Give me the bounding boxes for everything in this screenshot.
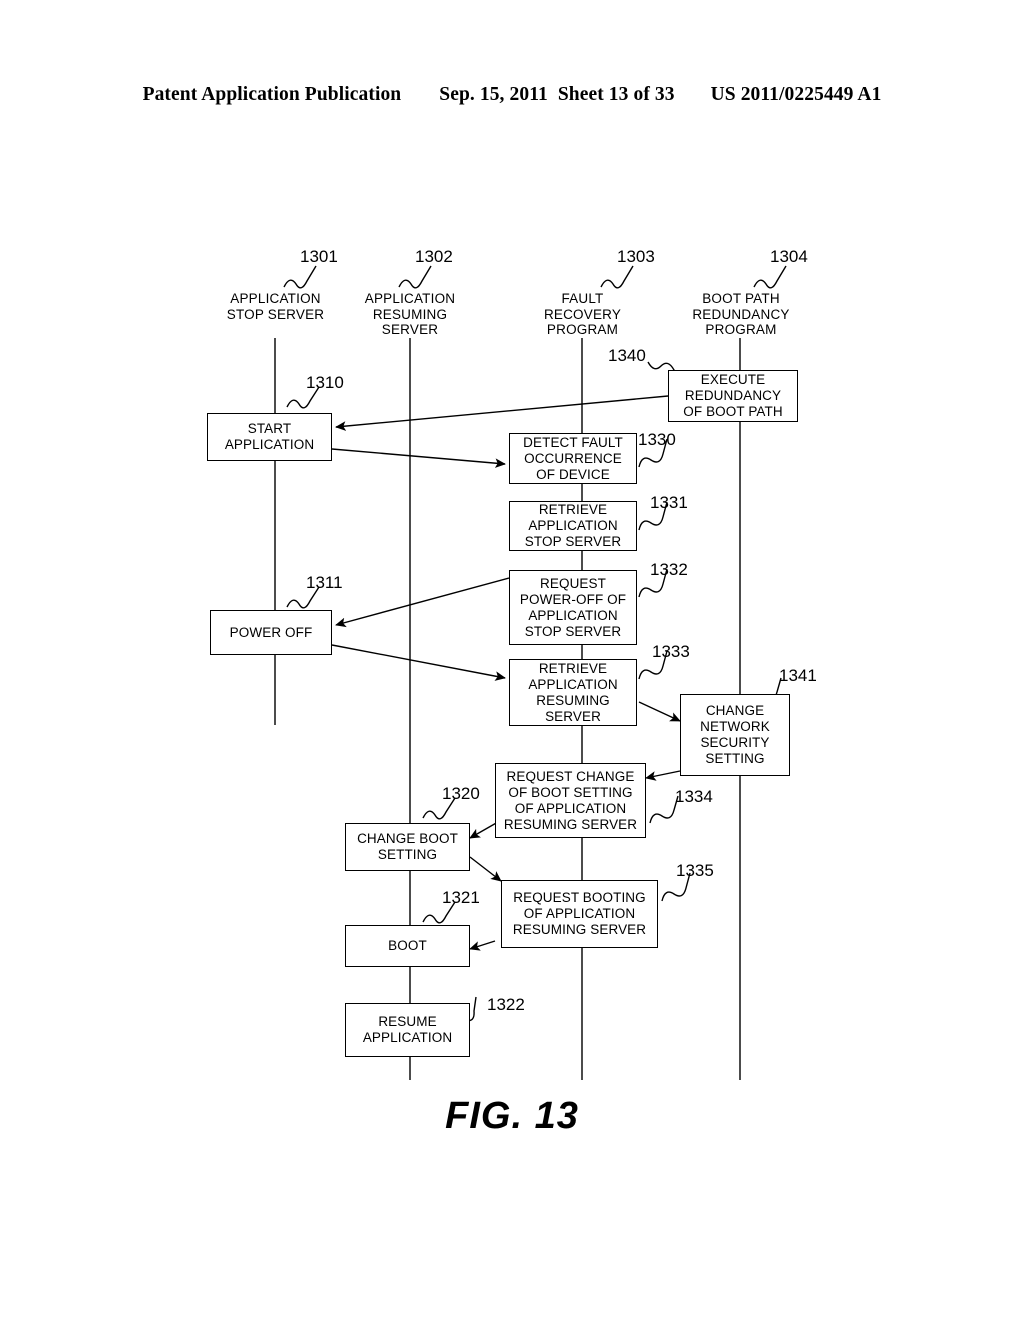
ref-numeral-1330: 1330 (638, 430, 676, 449)
connector-1333-to-1341 (638, 701, 681, 722)
connector-1320-to-1335 (469, 856, 502, 882)
ref-numeral-1332: 1332 (650, 560, 688, 579)
figure-13-diagram: APPLICATION STOP SERVER APPLICATION RESU… (0, 0, 1024, 1320)
node-execute-redundancy-of-boot-path[interactable]: EXECUTE REDUNDANCY OF BOOT PATH (668, 370, 798, 422)
ref-numeral-1311: 1311 (306, 573, 343, 592)
lane-title-application-resuming-server: APPLICATION RESUMING SERVER (364, 291, 456, 337)
ref-numeral-1335: 1335 (676, 861, 714, 880)
node-power-off[interactable]: POWER OFF (210, 610, 332, 655)
ref-numeral-1322: 1322 (487, 995, 525, 1014)
ref-numeral-1303: 1303 (617, 247, 655, 266)
node-request-change-of-boot-setting[interactable]: REQUEST CHANGE OF BOOT SETTING OF APPLIC… (495, 763, 646, 838)
ref-numeral-1331: 1331 (650, 493, 688, 512)
ref-numeral-1340: 1340 (608, 346, 646, 365)
node-change-network-security-setting[interactable]: CHANGE NETWORK SECURITY SETTING (680, 694, 790, 776)
ref-numeral-1301: 1301 (300, 247, 338, 266)
ref-numeral-1334: 1334 (675, 787, 713, 806)
node-change-boot-setting[interactable]: CHANGE BOOT SETTING (345, 823, 470, 871)
ref-numeral-1321: 1321 (442, 888, 480, 907)
node-retrieve-application-resuming-server[interactable]: RETRIEVE APPLICATION RESUMING SERVER (509, 659, 637, 726)
ref-numeral-1310: 1310 (306, 373, 344, 392)
node-detect-fault-occurrence-of-device[interactable]: DETECT FAULT OCCURRENCE OF DEVICE (509, 433, 637, 484)
ref-numeral-1304: 1304 (770, 247, 808, 266)
ref-numeral-1333: 1333 (652, 642, 690, 661)
connector-1341-to-1334 (645, 770, 681, 781)
lane-title-boot-path-redundancy-program: BOOT PATH REDUNDANCY PROGRAM (692, 291, 790, 337)
connector-1340-to-1310 (335, 395, 669, 431)
connector-1311-to-1333 (331, 644, 506, 681)
ref-numeral-1302: 1302 (415, 247, 453, 266)
lane-title-fault-recovery-program: FAULT RECOVERY PROGRAM (543, 291, 622, 337)
connector-1335-to-1321 (469, 940, 496, 951)
lane-title-application-stop-server: APPLICATION STOP SERVER (226, 291, 325, 322)
connector-1332-to-1311 (335, 577, 510, 628)
node-request-power-off-of-application-stop-server[interactable]: REQUEST POWER-OFF OF APPLICATION STOP SE… (509, 570, 637, 645)
ref-numeral-1320: 1320 (442, 784, 480, 803)
node-request-booting-of-application-resuming-server[interactable]: REQUEST BOOTING OF APPLICATION RESUMING … (501, 880, 658, 948)
node-retrieve-application-stop-server[interactable]: RETRIEVE APPLICATION STOP SERVER (509, 501, 637, 551)
node-start-application[interactable]: START APPLICATION (207, 413, 332, 461)
node-resume-application[interactable]: RESUME APPLICATION (345, 1003, 470, 1057)
figure-caption: FIG. 13 (445, 1095, 579, 1137)
node-boot[interactable]: BOOT (345, 925, 470, 967)
ref-numeral-1341: 1341 (779, 666, 817, 685)
connector-1310-to-1330 (331, 448, 506, 468)
